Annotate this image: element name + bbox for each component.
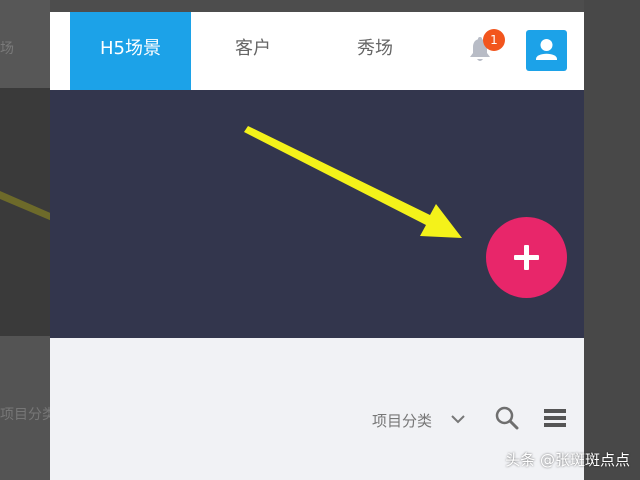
tab-showcase[interactable]: 秀场	[332, 12, 418, 90]
create-scene-button[interactable]	[486, 217, 567, 298]
tab-h5-scenes[interactable]: H5场景	[70, 12, 191, 90]
background-right	[584, 0, 640, 480]
search-icon[interactable]	[494, 405, 520, 431]
user-avatar-button[interactable]	[526, 30, 567, 71]
background-tab-text: 场	[0, 41, 14, 57]
category-filter-label[interactable]: 项目分类	[372, 410, 432, 431]
arrow-icon	[244, 126, 462, 238]
watermark-text: 头条 @张斑斑点点	[505, 451, 630, 469]
plus-icon	[514, 245, 539, 270]
background-filter-text: 项目分类	[0, 407, 50, 423]
chevron-down-icon[interactable]	[450, 412, 466, 426]
app-panel: H5场景 客户 秀场 1 项目分类	[50, 12, 584, 480]
menu-icon[interactable]	[544, 407, 566, 429]
top-nav-bar: H5场景 客户 秀场 1	[50, 12, 584, 90]
notification-badge: 1	[483, 29, 505, 51]
background-arrow-icon	[0, 191, 55, 221]
user-avatar-icon	[536, 39, 557, 60]
tab-customers[interactable]: 客户	[210, 12, 296, 90]
background-top	[0, 0, 640, 12]
